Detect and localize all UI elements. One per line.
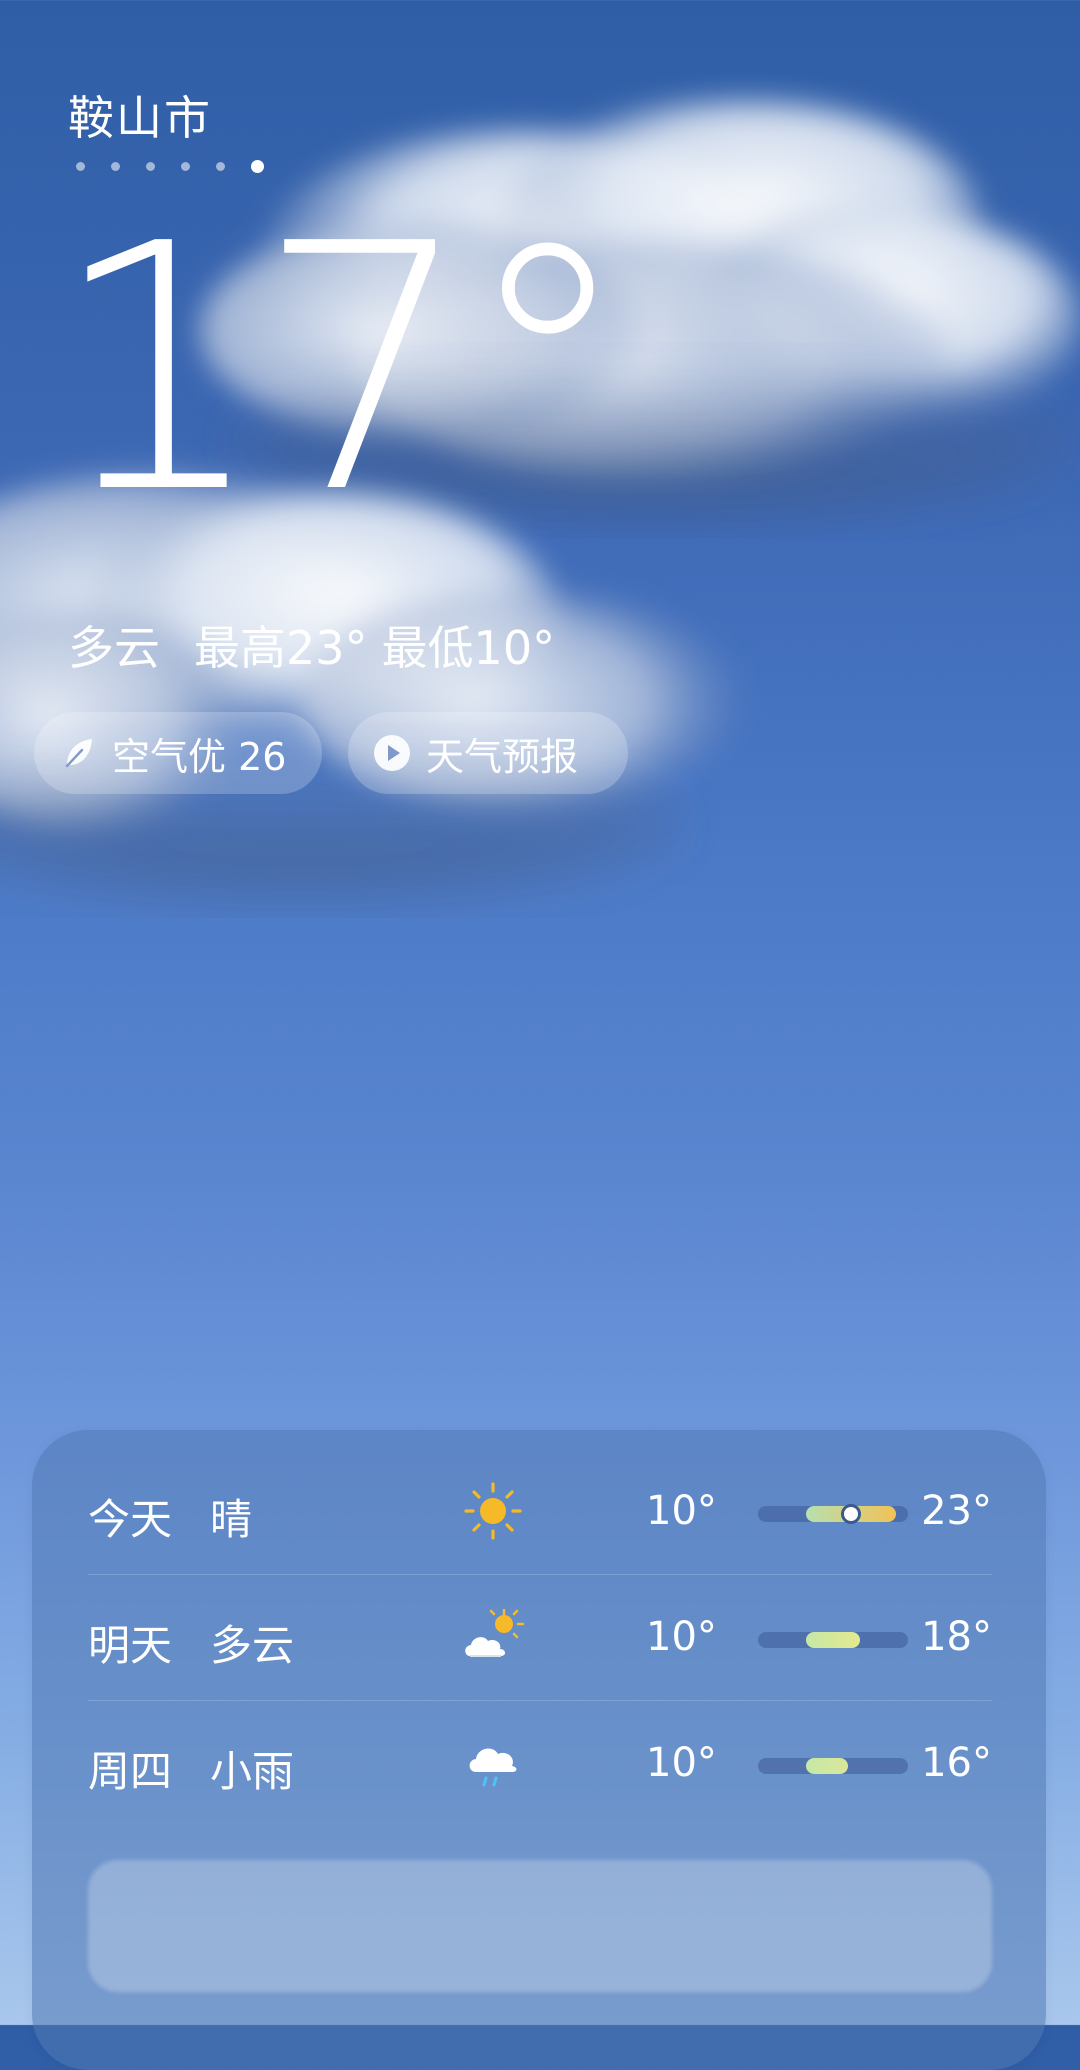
city-name[interactable]: 鞍山市 <box>68 82 212 148</box>
temperature-range-bar <box>758 1758 908 1774</box>
forecast-condition: 晴 <box>210 1495 253 1544</box>
forecast-low: 10° <box>646 1488 717 1534</box>
forecast-row[interactable]: 周四 小雨 10° 16° <box>88 1700 992 1826</box>
page-dot[interactable] <box>76 162 85 171</box>
leaf-icon <box>65 739 92 768</box>
forecast-day: 明天 <box>88 1621 173 1670</box>
weather-forecast-pill[interactable]: 天气预报 <box>348 712 628 794</box>
forecast-day: 今天 <box>88 1495 173 1544</box>
forecast-row[interactable]: 明天 多云 10° 18° <box>88 1574 992 1700</box>
air-quality-pill[interactable]: 空气优 26 <box>34 712 322 794</box>
partly-cloudy-icon <box>465 1608 525 1657</box>
fifteen-day-forecast-button[interactable] <box>88 1860 992 1992</box>
forecast-condition: 多云 <box>210 1621 295 1670</box>
temperature-range-fill <box>806 1632 860 1648</box>
forecast-day: 周四 <box>88 1747 173 1796</box>
temperature-range-bar <box>758 1504 908 1524</box>
forecast-low: 10° <box>646 1740 717 1786</box>
current-low: 最低10° <box>381 621 556 675</box>
current-condition: 多云 <box>68 621 160 675</box>
current-summary: 多云 最高23° 最低10° <box>68 612 555 678</box>
temperature-range-bar <box>758 1632 908 1648</box>
page-dot[interactable] <box>146 162 155 171</box>
page-dot[interactable] <box>111 162 120 171</box>
sun-icon <box>464 1482 522 1540</box>
page-dot[interactable] <box>216 162 225 171</box>
forecast-row[interactable]: 今天 晴 10° 23° <box>88 1448 992 1574</box>
current-temp-marker <box>841 1504 861 1524</box>
air-quality-label: 空气优 26 <box>112 734 287 779</box>
forecast-high: 16° <box>921 1740 992 1786</box>
page-dot[interactable] <box>181 162 190 171</box>
forecast-low: 10° <box>646 1614 717 1660</box>
daily-forecast-card: 今天 晴 10° 23° 明天 多云 10° 18° 周四 小雨 10° 16° <box>32 1430 1046 2070</box>
play-icon <box>374 735 410 771</box>
forecast-high: 18° <box>921 1614 992 1660</box>
current-temperature: 17° <box>50 172 633 568</box>
temperature-range-fill <box>806 1758 848 1774</box>
light-rain-icon <box>469 1748 517 1787</box>
forecast-high: 23° <box>921 1488 992 1534</box>
current-high: 最高23° <box>194 621 368 675</box>
forecast-condition: 小雨 <box>210 1747 295 1796</box>
weather-forecast-label: 天气预报 <box>426 734 579 779</box>
